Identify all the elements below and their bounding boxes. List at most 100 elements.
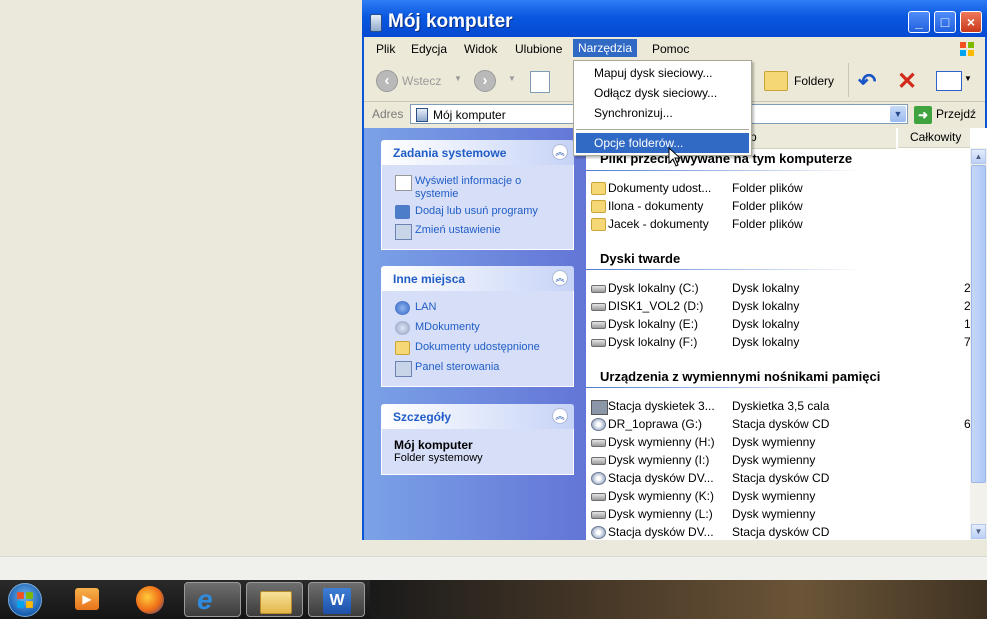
place-mdokumenty[interactable]: MDokumenty <box>415 321 480 334</box>
item-name: Stacja dysków DV... <box>608 471 714 485</box>
menu-edycja[interactable]: Edycja <box>411 42 447 56</box>
folder-icon <box>591 182 606 195</box>
menu-ulubione[interactable]: Ulubione <box>515 42 562 56</box>
add-remove-icon <box>395 205 410 219</box>
word-icon: W <box>323 588 351 614</box>
menu-narzedzia[interactable]: Narzędzia <box>573 39 638 57</box>
list-item[interactable]: Dysk wymienny (K:) Dysk wymienny <box>591 488 969 506</box>
place-lan[interactable]: LAN <box>415 301 436 314</box>
address-dropdown-icon[interactable]: ▼ <box>890 106 906 122</box>
documents-icon <box>395 321 410 335</box>
list-item[interactable]: Stacja dysków DV... Stacja dysków CD <box>591 470 969 488</box>
delete-icon[interactable]: ✕ <box>897 67 917 96</box>
back-label[interactable]: Wstecz <box>402 74 441 88</box>
list-item[interactable]: Dysk lokalny (F:) Dysk lokalny 7 <box>591 334 971 352</box>
scroll-thumb[interactable] <box>971 165 986 483</box>
address-value: Mój komputer <box>433 108 506 122</box>
list-item[interactable]: DR_1oprawa (G:) Stacja dysków CD 6 <box>591 416 971 434</box>
other-places-header[interactable]: Inne miejsca ︽ <box>381 266 574 291</box>
media-player-icon: ▶ <box>75 588 99 610</box>
group-hdd-title: Dyski twarde <box>600 251 681 266</box>
firefox-button[interactable] <box>122 582 179 617</box>
menu-pomoc[interactable]: Pomoc <box>652 42 689 56</box>
views-icon[interactable] <box>936 71 962 91</box>
other-places-title: Inne miejsca <box>393 272 466 286</box>
back-arrow-icon[interactable]: ‹ <box>376 70 398 92</box>
back-dropdown-icon[interactable]: ▼ <box>454 74 462 83</box>
menu-folder-options[interactable]: Opcje folderów... <box>576 133 749 153</box>
list-item[interactable]: Dysk wymienny (H:) Dysk wymienny <box>591 434 969 452</box>
list-item[interactable]: Jacek - dokumenty Folder plików <box>591 216 969 234</box>
scroll-down-icon[interactable]: ▼ <box>971 524 986 539</box>
list-item[interactable]: Dysk lokalny (C:) Dysk lokalny 2 <box>591 280 971 298</box>
item-name: Dysk lokalny (E:) <box>608 317 699 331</box>
item-name: Dysk lokalny (C:) <box>608 281 699 295</box>
floppy-drive-icon <box>591 400 608 415</box>
vertical-scrollbar[interactable]: ▲ ▼ <box>970 148 987 540</box>
desktop-band <box>0 556 987 580</box>
item-type: Dysk wymienny <box>732 453 816 467</box>
close-button[interactable]: × <box>960 11 982 33</box>
forward-arrow-icon[interactable]: › <box>474 70 496 92</box>
collapse-icon[interactable]: ︽ <box>552 144 568 160</box>
item-name: Stacja dysków DV... <box>608 525 714 539</box>
list-item[interactable]: Dokumenty udost... Folder plików <box>591 180 969 198</box>
list-item[interactable]: Dysk lokalny (E:) Dysk lokalny 1 <box>591 316 971 334</box>
place-control-panel[interactable]: Panel sterowania <box>415 361 499 374</box>
task-system-info[interactable]: Wyświetl informacje o systemie <box>415 175 555 201</box>
system-tasks-panel: Wyświetl informacje o systemie Dodaj lub… <box>381 165 574 250</box>
menu-synchronize[interactable]: Synchronizuj... <box>576 103 749 123</box>
list-item[interactable]: Dysk wymienny (L:) Dysk wymienny <box>591 506 969 524</box>
item-name: DR_1oprawa (G:) <box>608 417 703 431</box>
place-shared-docs[interactable]: Dokumenty udostępnione <box>415 341 540 354</box>
collapse-icon[interactable]: ︽ <box>552 408 568 424</box>
menu-bar: Plik Edycja Widok Ulubione Narzędzia Pom… <box>364 37 985 61</box>
forward-dropdown-icon[interactable]: ▼ <box>508 74 516 83</box>
title-bar[interactable]: Mój komputer _ □ × <box>362 0 987 37</box>
menu-map-drive[interactable]: Mapuj dysk sieciowy... <box>576 63 749 83</box>
internet-explorer-button[interactable]: e <box>184 582 241 617</box>
windows-explorer-button[interactable] <box>246 582 303 617</box>
taskbar: ▶ e W <box>0 580 987 619</box>
scroll-up-icon[interactable]: ▲ <box>971 149 986 164</box>
column-header-total[interactable]: Całkowity <box>898 128 970 148</box>
collapse-icon[interactable]: ︽ <box>552 270 568 286</box>
up-folder-icon[interactable] <box>530 71 550 93</box>
views-dropdown-icon[interactable]: ▼ <box>964 74 972 83</box>
group-removable-title: Urządzenia z wymiennymi nośnikami pamięc… <box>600 369 881 384</box>
dvd-icon <box>591 472 606 485</box>
word-button[interactable]: W <box>308 582 365 617</box>
network-icon <box>395 301 410 315</box>
item-type: Dysk lokalny <box>732 281 800 295</box>
list-item[interactable]: Dysk wymienny (I:) Dysk wymienny <box>591 452 969 470</box>
menu-plik[interactable]: Plik <box>376 42 395 56</box>
removable-drive-icon <box>591 493 606 501</box>
minimize-button[interactable]: _ <box>908 11 930 33</box>
media-player-button[interactable]: ▶ <box>60 582 117 617</box>
dvd-icon <box>591 526 606 539</box>
menu-disconnect-drive[interactable]: Odłącz dysk sieciowy... <box>576 83 749 103</box>
list-item[interactable]: Stacja dysków DV... Stacja dysków CD <box>591 524 969 540</box>
item-type: Dysk lokalny <box>732 335 800 349</box>
address-label: Adres <box>372 107 404 121</box>
maximize-button[interactable]: □ <box>934 11 956 33</box>
start-orb-icon[interactable] <box>8 583 42 617</box>
go-button[interactable]: Przejdź <box>936 107 976 121</box>
go-arrow-icon[interactable]: ➜ <box>914 106 932 124</box>
details-desc: Folder systemowy <box>394 452 483 464</box>
task-add-remove[interactable]: Dodaj lub usuń programy <box>415 205 538 218</box>
other-places-panel: LAN MDokumenty Dokumenty udostępnione Pa… <box>381 291 574 387</box>
details-header[interactable]: Szczegóły ︽ <box>381 404 574 429</box>
list-item[interactable]: Stacja dyskietek 3... Dyskietka 3,5 cala <box>591 398 969 416</box>
list-item[interactable]: Ilona - dokumenty Folder plików <box>591 198 969 216</box>
item-name: Stacja dyskietek 3... <box>608 399 715 413</box>
task-change-setting[interactable]: Zmień ustawienie <box>415 224 501 237</box>
undo-icon[interactable]: ↶ <box>858 69 876 95</box>
hard-drive-icon <box>591 339 606 347</box>
folders-button[interactable]: Foldery <box>794 74 834 88</box>
menu-widok[interactable]: Widok <box>464 42 497 56</box>
system-tasks-header[interactable]: Zadania systemowe ︽ <box>381 140 574 165</box>
item-type: Stacja dysków CD <box>732 471 830 485</box>
list-item[interactable]: DISK1_VOL2 (D:) Dysk lokalny 2 <box>591 298 971 316</box>
hard-drive-icon <box>591 303 606 311</box>
